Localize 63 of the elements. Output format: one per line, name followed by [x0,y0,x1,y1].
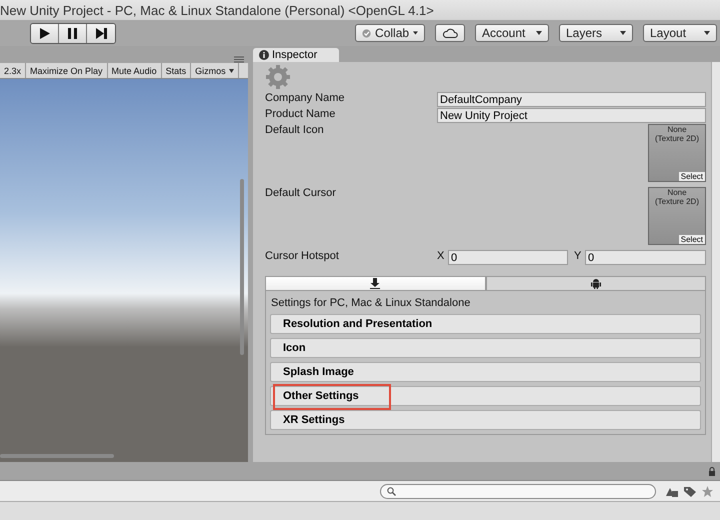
texture-slot[interactable]: None (Texture 2D) Select [648,187,706,245]
play-icon [38,26,51,40]
search-icon [387,486,396,496]
collab-button[interactable]: Collab [355,24,425,42]
toolbar-toggle[interactable]: Gizmos [191,63,239,78]
field-label: Default Cursor [265,187,337,199]
texture-type-label: (Texture 2D) [654,134,699,143]
lock-icon [708,466,716,476]
dropdown-button[interactable]: Account [475,24,549,42]
info-icon [259,50,269,60]
section-header[interactable]: Icon [270,338,701,358]
text-field[interactable]: DefaultCompany [437,92,706,107]
texture-type-label: (Texture 2D) [654,197,699,206]
scrollbar[interactable] [711,62,720,462]
text-field[interactable]: New Unity Project [437,108,706,123]
shapes-icon [666,486,678,496]
platform-caption: Settings for PC, Mac & Linux Standalone [270,297,472,310]
search-field[interactable] [380,484,656,498]
cloud-icon [442,28,458,38]
step-icon [94,26,108,40]
texture-slot[interactable]: None (Texture 2D) Select [648,124,706,182]
dropdown-button[interactable]: Layers [559,24,633,42]
platform-tab[interactable] [265,276,486,291]
toolbar-toggle[interactable]: Maximize On Play [26,63,108,78]
field-label: Default Icon [265,124,325,136]
pause-icon [66,26,79,40]
step-button[interactable] [87,24,115,42]
download-arrow-icon [370,278,380,289]
dropdown-button[interactable]: Layout [643,24,717,42]
pause-button[interactable] [59,24,87,42]
menu-icon [234,56,244,63]
star-icon [702,486,713,496]
number-field[interactable]: 0 [585,250,706,265]
number-field[interactable]: 0 [448,250,568,265]
field-label: Company Name [265,92,346,104]
toolbar-toggle[interactable]: Mute Audio [108,63,162,78]
texture-none-label: None [667,125,687,134]
axis-label: X [437,250,446,262]
select-button[interactable]: Select [678,172,705,181]
caret-icon [620,31,626,35]
check-circle-icon [362,28,372,38]
android-icon [590,278,601,289]
section-header[interactable]: XR Settings [270,410,701,430]
scrollbar-thumb[interactable] [0,454,114,458]
section-header[interactable]: Resolution and Presentation [270,314,701,334]
caret-icon [536,31,542,35]
scrollbar-thumb[interactable] [240,179,244,355]
axis-label: Y [574,250,582,262]
cloud-button[interactable] [435,24,465,42]
select-button[interactable]: Select [678,235,705,244]
platform-tab[interactable] [486,276,706,291]
field-label: Product Name [265,108,336,120]
toolbar-toggle[interactable]: Stats [162,63,192,78]
window-title: New Unity Project - PC, Mac & Linux Standalone (Personal) <OpenGL 4.1> [0,2,434,18]
caret-icon [413,31,418,35]
texture-none-label: None [667,188,687,197]
inspector-tab[interactable]: Inspector [253,48,339,62]
tag-icon [684,486,696,496]
toolbar-toggle[interactable]: 2.3x [0,63,26,78]
section-header[interactable]: Splash Image [270,362,701,382]
caret-icon [704,31,710,35]
field-label: Cursor Hotspot [265,250,340,262]
play-button[interactable] [31,24,59,42]
